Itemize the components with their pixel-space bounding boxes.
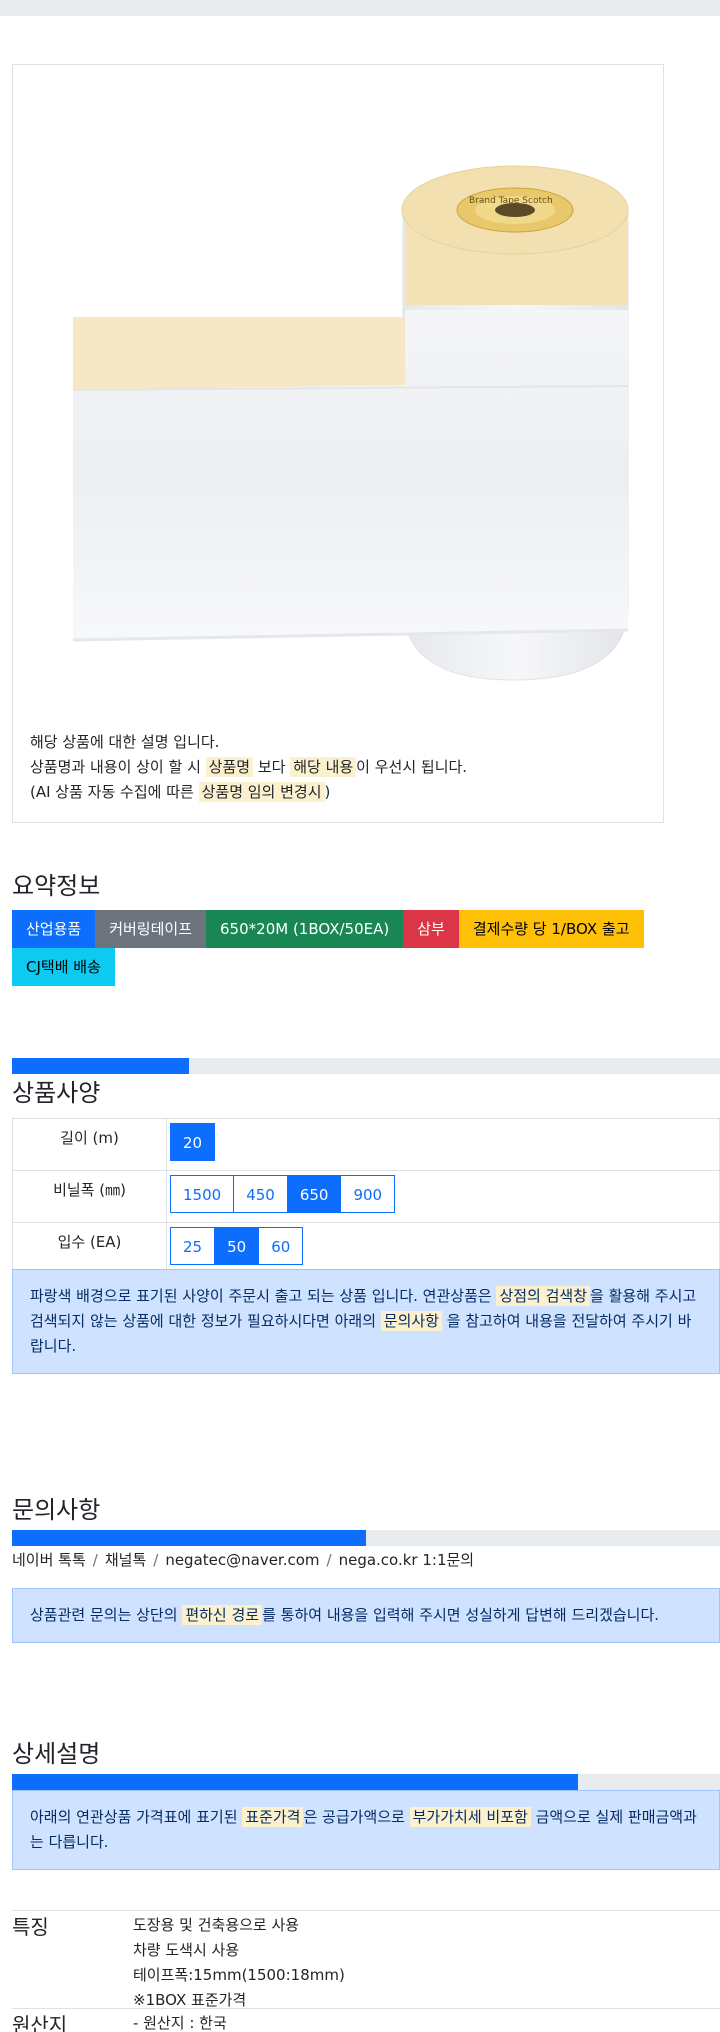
spec-label: 입수 (EA): [12, 1222, 167, 1275]
contact-link[interactable]: 채널톡: [105, 1551, 146, 1569]
contact-link[interactable]: 네이버 톡톡: [12, 1551, 86, 1569]
spec-row: 비닐폭 (㎜) 1500 450 650 900: [12, 1170, 720, 1223]
highlight: 해당 내용: [290, 757, 357, 777]
summary-tag: 650*20M (1BOX/50EA): [206, 910, 404, 948]
info-line: 도장용 및 건축용으로 사용: [133, 1916, 300, 1934]
spec-label: 비닐폭 (㎜): [12, 1170, 167, 1223]
features-key: 특징: [12, 1915, 49, 1939]
desc-line-3: (AI 상품 자동 수집에 따른 상품명 임의 변경시): [30, 782, 331, 802]
spec-row: 입수 (EA) 25 50 60: [12, 1222, 720, 1275]
spec-option-button[interactable]: 60: [258, 1227, 304, 1265]
summary-tag: 삼부: [403, 910, 459, 948]
inquiry-notice: 상품관련 문의는 상단의 편하신 경로 를 통하여 내용을 입력해 주시면 성실하…: [12, 1588, 720, 1643]
inquiry-progress-fill: [12, 1530, 366, 1546]
spec-option-button[interactable]: 50: [214, 1227, 260, 1265]
origin-list: - 원산지 : 한국- 영문명 : COVERING TAPE: [133, 2011, 320, 2032]
highlight: 문의사항: [380, 1311, 442, 1331]
summary-tag: 커버링테이프: [95, 910, 207, 948]
spec-row: 길이 (m) 20: [12, 1118, 720, 1171]
detail-notice: 아래의 연관상품 가격표에 표기된 표준가격 은 공급가액으로 부가가치세 비포함…: [12, 1790, 720, 1870]
spec-option-button[interactable]: 20: [170, 1123, 216, 1161]
product-description: 해당 상품에 대한 설명 입니다. 상품명과 내용이 상이 할 시 상품명 보다…: [30, 730, 467, 805]
spec-table: 길이 (m) 20 비닐폭 (㎜) 1500 450 650 900 입수 (EA) 25 50 6…: [12, 1118, 720, 1275]
detail-progress-fill: [12, 1774, 579, 1790]
roll-brand-text: Brand Tape Scotch: [469, 196, 553, 206]
desc-line-2: 상품명과 내용이 상이 할 시 상품명 보다 해당 내용 이 우선시 됩니다.: [30, 757, 468, 777]
spec-option-group: 20: [170, 1123, 216, 1161]
highlight: 상품명 임의 변경시: [198, 782, 325, 802]
breadcrumb-separator: /: [153, 1551, 159, 1569]
summary-tag: 결제수량 당 1/BOX 출고: [458, 910, 644, 948]
contact-links: 네이버 톡톡 / 채널톡 / negatec@naver.com / nega.co.kr …: [12, 1549, 474, 1570]
highlight: 상품명: [205, 757, 254, 777]
features-list: 도장용 및 건축용으로 사용차량 도색시 사용테이프폭:15mm(1500:18…: [133, 1913, 345, 2013]
features-row: 특징 도장용 및 건축용으로 사용차량 도색시 사용테이프폭:15mm(1500…: [12, 1910, 720, 2010]
detail-progress: [12, 1774, 720, 1790]
highlight: 부가가치세 비포함: [409, 1807, 531, 1827]
summary-tag: 산업용품: [12, 910, 96, 948]
breadcrumb-separator: /: [326, 1551, 332, 1569]
desc-line-1: 해당 상품에 대한 설명 입니다.: [30, 733, 220, 751]
spec-option-button[interactable]: 450: [233, 1175, 288, 1213]
spec-option-button[interactable]: 900: [340, 1175, 396, 1213]
contact-link[interactable]: nega.co.kr 1:1문의: [339, 1551, 475, 1569]
inquiry-progress: [12, 1530, 720, 1546]
spec-options: 20: [166, 1118, 720, 1171]
summary-title: 요약정보: [12, 872, 101, 900]
breadcrumb-separator: /: [92, 1551, 98, 1569]
spec-options: 25 50 60: [166, 1222, 720, 1275]
spec-option-group: 25 50 60: [170, 1227, 304, 1265]
info-line: 테이프폭:15mm(1500:18mm): [133, 1966, 345, 1984]
spec-option-group: 1500 450 650 900: [170, 1175, 396, 1213]
inquiry-title: 문의사항: [12, 1496, 101, 1524]
summary-tag: CJ택배 배송: [12, 948, 115, 986]
top-bar: [0, 0, 720, 16]
origin-key: 원산지: [12, 2013, 68, 2032]
contact-link[interactable]: negatec@naver.com: [165, 1551, 319, 1569]
highlight: 상점의 검색창: [496, 1286, 591, 1306]
spec-title: 상품사양: [12, 1079, 101, 1107]
detail-title: 상세설명: [12, 1740, 101, 1768]
spec-progress-fill: [12, 1058, 189, 1074]
spec-options: 1500 450 650 900: [166, 1170, 720, 1223]
origin-row: 원산지 - 원산지 : 한국- 영문명 : COVERING TAPE: [12, 2008, 720, 2032]
spec-option-button[interactable]: 25: [170, 1227, 216, 1265]
spec-label: 길이 (m): [12, 1118, 167, 1171]
spec-option-button[interactable]: 1500: [170, 1175, 235, 1213]
product-image: Brand Tape Scotch: [72, 165, 629, 681]
spec-notice: 파랑색 배경으로 표기된 사양이 주문시 출고 되는 상품 입니다. 연관상품은…: [12, 1269, 720, 1374]
summary-tags: 산업용품 커버링테이프 650*20M (1BOX/50EA) 삼부 결제수량 당 1/…: [12, 910, 712, 986]
highlight: 편하신 경로: [182, 1605, 263, 1625]
spec-progress: [12, 1058, 720, 1074]
info-line: 차량 도색시 사용: [133, 1941, 240, 1959]
spec-option-button[interactable]: 650: [286, 1175, 342, 1213]
highlight: 표준가격: [242, 1807, 304, 1827]
product-card: Brand Tape Scotch 해당 상품에 대한 설명 입니다. 상품명과…: [12, 64, 664, 823]
info-line: - 원산지 : 한국: [133, 2014, 227, 2032]
